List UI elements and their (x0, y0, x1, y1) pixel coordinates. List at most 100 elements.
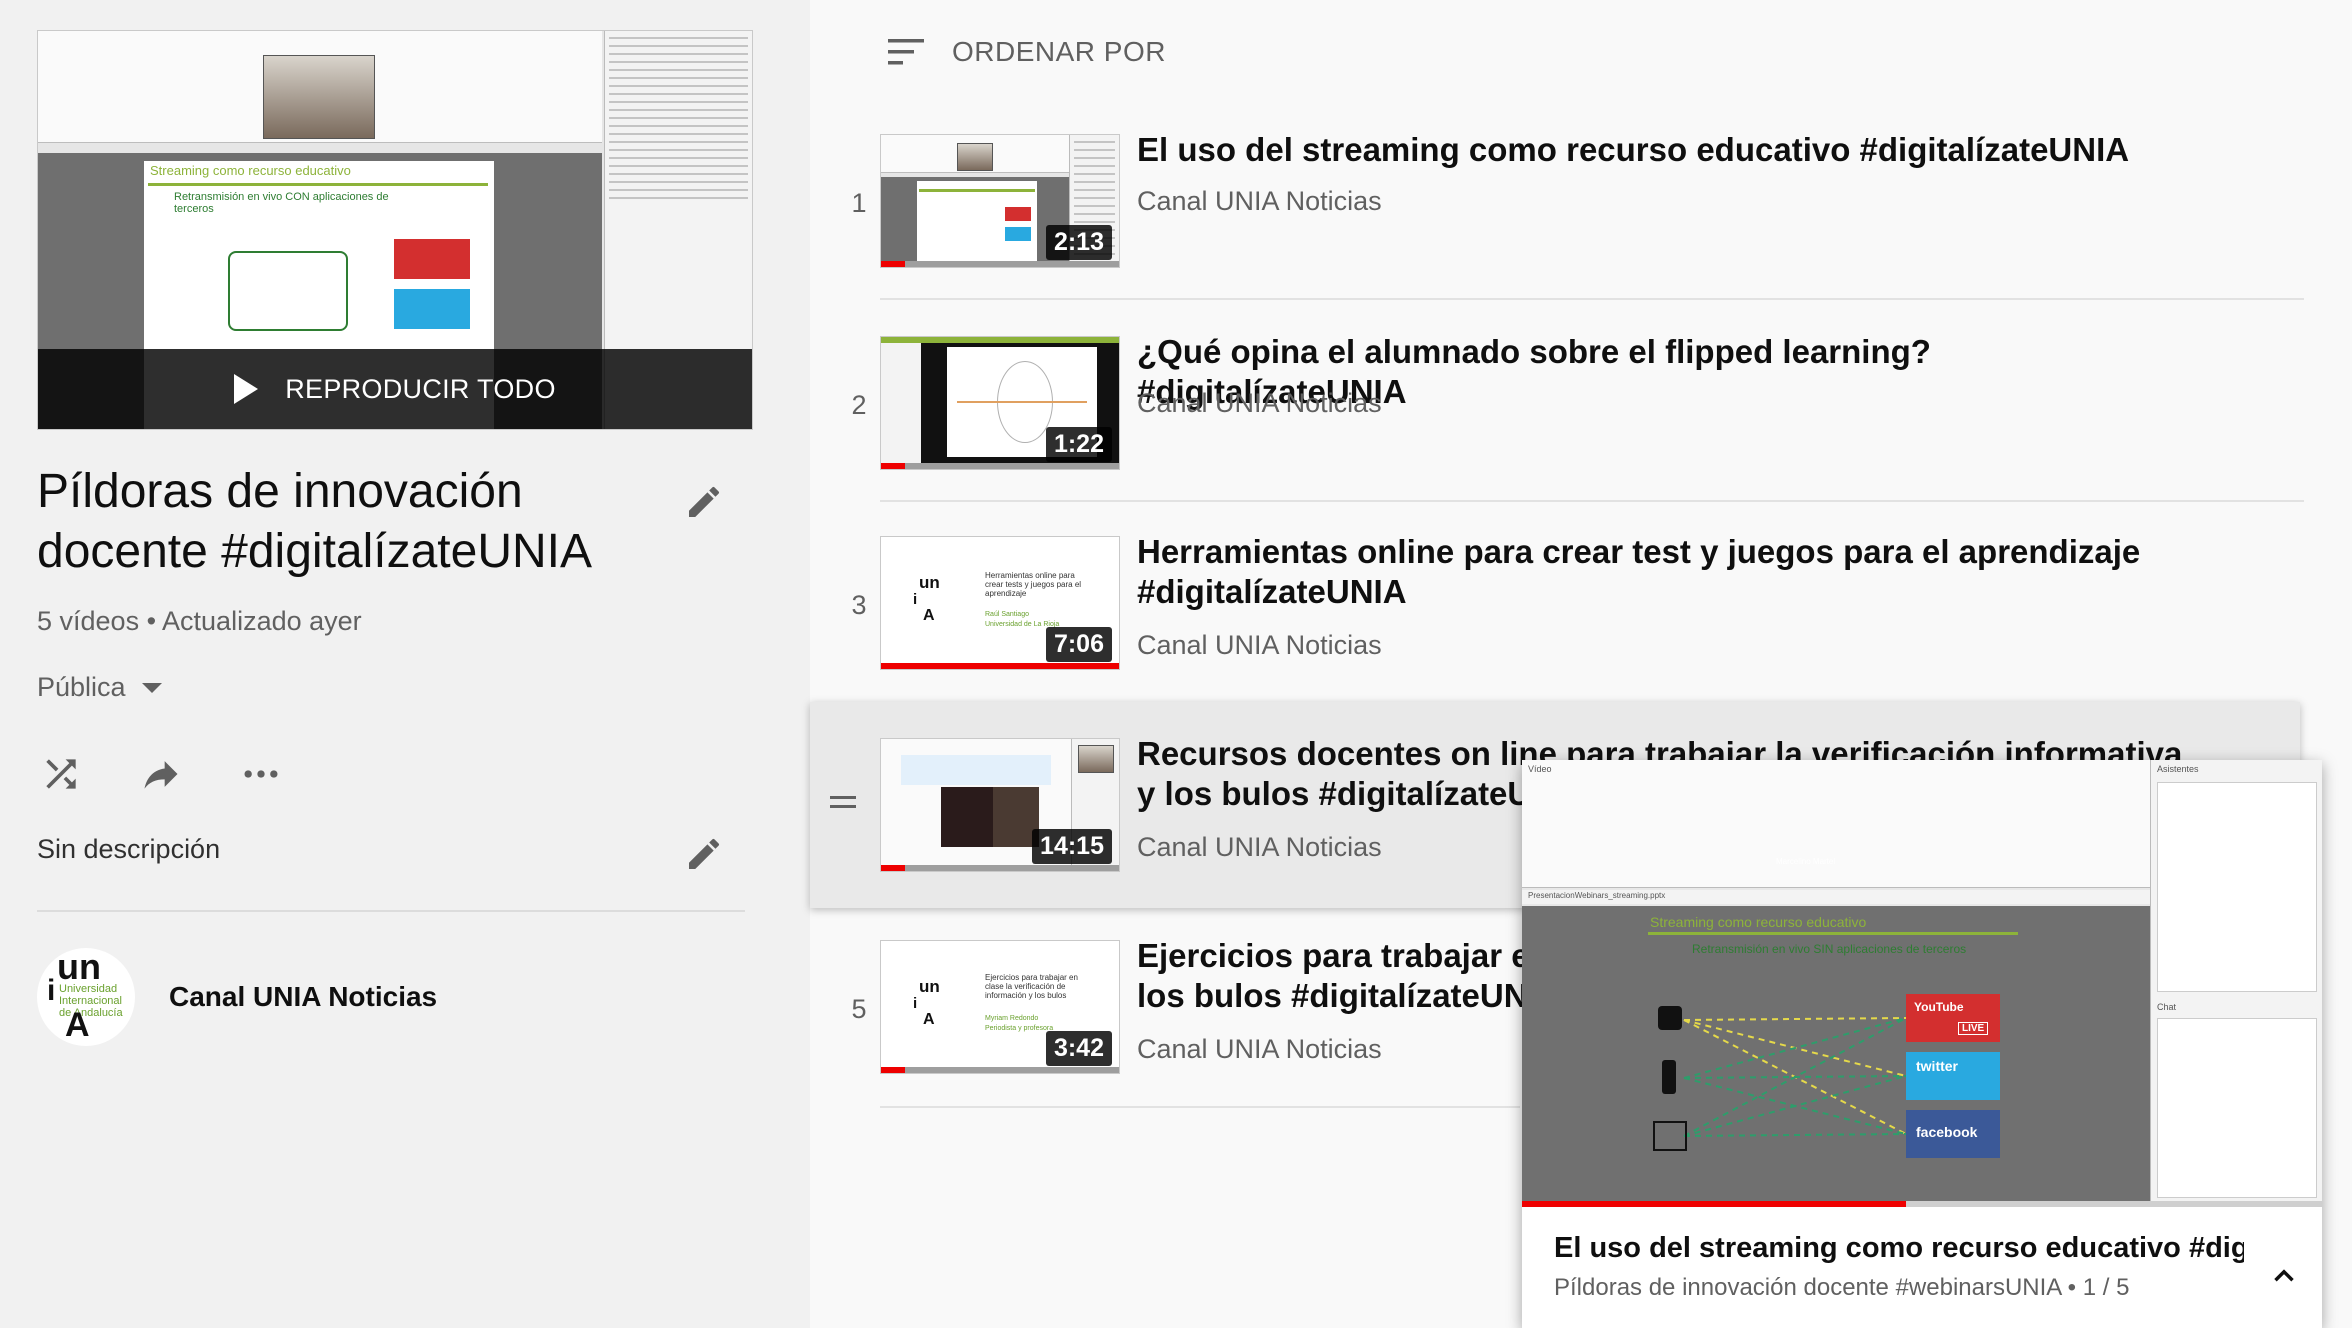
thumb-author: Myriam Redondo (985, 1015, 1039, 1022)
edit-title-button[interactable] (680, 478, 728, 526)
playlist-actions (37, 750, 285, 798)
edit-description-button[interactable] (680, 830, 728, 878)
logo-un: un (919, 573, 940, 592)
thumb-affiliation: Periodista y profesora (985, 1025, 1054, 1032)
share-icon (144, 761, 178, 789)
watch-progress-track (881, 463, 1119, 469)
playlist-video-row[interactable]: 1 2:13 El uso del streaming como recurso… (810, 131, 2300, 336)
logo-un: un (57, 948, 101, 987)
video-channel[interactable]: Canal UNIA Noticias (1137, 186, 1382, 217)
logo-i: i (47, 974, 56, 1007)
video-index: 5 (851, 994, 867, 1024)
presentation-file-label: PresentacionWebinars_streaming.pptx (1528, 891, 1666, 900)
share-button[interactable] (137, 750, 185, 798)
connection-lines (1653, 1006, 1907, 1151)
expand-button[interactable] (2260, 1252, 2308, 1300)
logo-un: un (919, 977, 940, 996)
slide: Streaming como recurso educativo Retrans… (1644, 910, 2024, 1200)
mini-player[interactable]: Vídeo Marcelino Martel PresentacionWebin… (1522, 760, 2322, 1328)
playlist-owner[interactable]: un i Universidad Internacional de Andalu… (37, 948, 437, 1046)
privacy-dropdown[interactable]: Pública (37, 672, 162, 703)
mini-player-title[interactable]: El uso del streaming como recurso educat… (1554, 1232, 2244, 1265)
watch-progress (881, 261, 905, 267)
row-divider (880, 500, 2304, 502)
divider (37, 910, 745, 912)
video-duration: 3:42 (1045, 1031, 1112, 1066)
video-channel[interactable]: Canal UNIA Noticias (1137, 630, 1382, 661)
logo-a: A (65, 1006, 90, 1044)
shuffle-icon (46, 759, 76, 789)
dropdown-caret-icon (141, 682, 162, 693)
webinar-video-pane (38, 31, 602, 143)
more-icon (244, 770, 278, 778)
logo-a: A (923, 1011, 935, 1028)
row-divider (880, 298, 2304, 300)
video-duration: 7:06 (1045, 627, 1112, 662)
owner-name[interactable]: Canal UNIA Noticias (169, 981, 437, 1013)
playlist-hero-thumbnail[interactable]: Streaming como recurso educativo Retrans… (37, 30, 753, 430)
video-channel[interactable]: Canal UNIA Noticias (1137, 388, 1382, 419)
playlist-sidebar: Streaming como recurso educativo Retrans… (0, 0, 810, 1328)
channel-avatar[interactable]: un i Universidad Internacional de Andalu… (37, 948, 135, 1046)
webinar-video-pane: Vídeo Marcelino Martel (1522, 760, 2150, 888)
privacy-label: Pública (37, 672, 126, 702)
video-thumbnail[interactable]: 1:22 (880, 336, 1120, 470)
play-icon (234, 374, 259, 404)
logo-i: i (913, 995, 918, 1012)
wirecast-box (228, 251, 348, 331)
edit-icon (689, 838, 719, 869)
mini-player-progress[interactable] (1522, 1201, 1906, 1207)
presenter-video (263, 55, 375, 139)
video-channel[interactable]: Canal UNIA Noticias (1137, 832, 1382, 863)
watch-progress (881, 865, 905, 871)
video-title[interactable]: Herramientas online para crear test y ju… (1137, 532, 2197, 612)
playlist-description: Sin descripción (37, 834, 221, 864)
playlist-video-row[interactable]: 2 1:22 ¿Qué opina el alumnado sobre el f… (810, 333, 2300, 538)
video-duration: 2:13 (1045, 225, 1112, 260)
video-thumbnail[interactable]: un i A Herramientas online para crear te… (880, 536, 1120, 670)
video-title[interactable]: El uso del streaming como recurso educat… (1137, 130, 2197, 170)
video-thumbnail[interactable]: 14:15 (880, 738, 1120, 872)
mini-player-video[interactable]: Vídeo Marcelino Martel PresentacionWebin… (1522, 760, 2322, 1204)
attendees-panel: Asistentes Chat (2150, 760, 2322, 1204)
chevron-up-icon (2274, 1269, 2294, 1282)
sort-label: ORDENAR POR (952, 36, 1166, 67)
watch-progress-track (881, 865, 1119, 871)
video-tab-label: Vídeo (1528, 764, 1552, 774)
shuffle-button[interactable] (37, 750, 85, 798)
video-index: 1 (851, 188, 867, 218)
thumb-text: Herramientas online para crear tests y j… (985, 571, 1082, 598)
mini-player-subtitle: Píldoras de innovación docente #webinars… (1554, 1274, 2130, 1301)
logo-i: i (913, 591, 918, 608)
watch-progress (881, 463, 905, 469)
twitter-logo (394, 289, 470, 329)
attendees-label: Asistentes (2157, 764, 2199, 774)
watch-progress-track (881, 1067, 1119, 1073)
sort-icon (888, 39, 924, 65)
drag-handle-icon[interactable] (830, 796, 856, 814)
watch-progress (881, 663, 1119, 669)
chat-label: Chat (2157, 1002, 2177, 1012)
video-duration: 1:22 (1045, 427, 1112, 462)
edit-icon (689, 486, 719, 517)
video-index: 3 (851, 590, 867, 620)
play-all-button[interactable]: REPRODUCIR TODO (38, 349, 752, 429)
video-index: 2 (851, 390, 867, 420)
thumb-text: Ejercicios para trabajar en clase la ver… (985, 973, 1078, 1000)
watch-progress-track (881, 261, 1119, 267)
video-thumbnail[interactable]: un i A Ejercicios para trabajar en clase… (880, 940, 1120, 1074)
youtube-logo (394, 239, 470, 279)
playlist-title: Píldoras de innovación docente #digitalí… (37, 465, 592, 578)
play-all-label: REPRODUCIR TODO (285, 373, 556, 404)
logo-line1: Universidad (59, 983, 118, 995)
thumb-author: Raúl Santiago (985, 611, 1029, 618)
sort-button[interactable]: ORDENAR POR (888, 36, 1166, 68)
video-thumbnail[interactable]: 2:13 (880, 134, 1120, 268)
playlist-meta: 5 vídeos • Actualizado ayer (37, 606, 362, 636)
presenter-video: Marcelino Martel (1772, 774, 1900, 870)
video-duration: 14:15 (1032, 829, 1112, 864)
more-button[interactable] (237, 750, 285, 798)
presenter-caption: Marcelino Martel (1776, 857, 1836, 866)
video-channel[interactable]: Canal UNIA Noticias (1137, 1034, 1382, 1065)
watch-progress (881, 1067, 905, 1073)
